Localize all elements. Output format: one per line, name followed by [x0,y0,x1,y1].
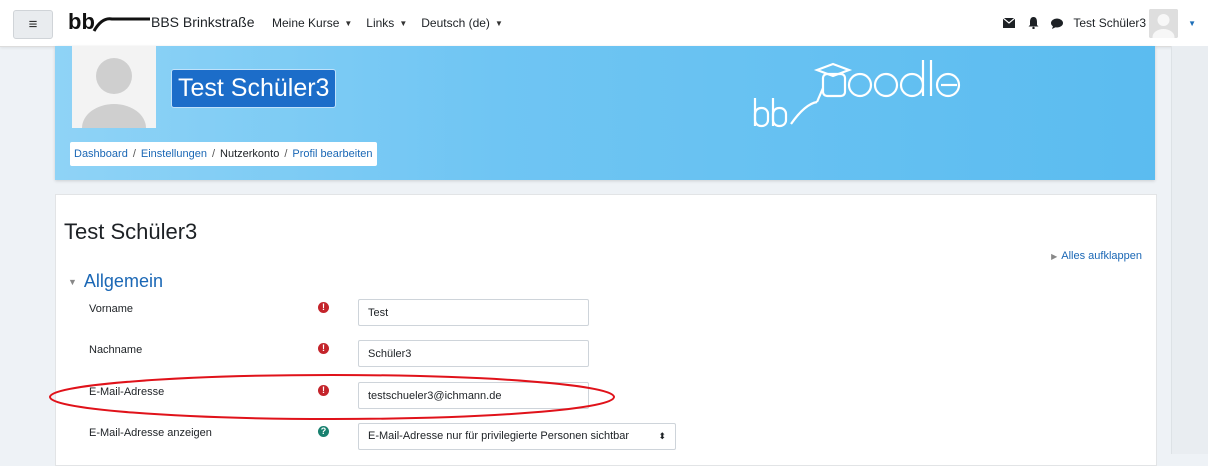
caret-right-icon: ▶ [1051,251,1058,261]
bbmoodle-logo [753,60,961,128]
user-avatar[interactable] [1149,8,1179,38]
chat-icon[interactable] [1051,17,1064,29]
svg-text:bb: bb [68,9,95,34]
expand-all-label: Alles aufklappen [1061,250,1142,262]
email-display-select[interactable]: E-Mail-Adresse nur für privilegierte Per… [358,423,676,450]
menu-label: Links [366,16,395,30]
first-name-input[interactable] [358,299,589,326]
breadcrumb: Dashboard / Einstellungen / Nutzerkonto / Prof… [70,142,377,166]
top-navbar: ≡ bb BBS Brinkstraße Meine Kurse ▼ Links ▼… [0,0,1208,47]
form-row-email-display: E-Mail-Adresse anzeigen ? E-Mail-Adresse… [56,423,1156,453]
help-icon[interactable]: ? [318,426,329,437]
scroll-gutter [1171,46,1208,454]
menu-item-links[interactable]: Links ▼ [366,16,407,30]
user-name[interactable]: Test Schüler3 [1073,16,1146,30]
main-content: Test Schüler3 ▶ Alles aufklappen ▼ Allge… [55,194,1157,466]
select-arrows-icon: ⬍ [658,431,666,441]
section-allgemein-toggle[interactable]: ▼ Allgemein [68,271,163,292]
breadcrumb-nutzerkonto: Nutzerkonto [220,148,280,160]
breadcrumb-separator: / [284,148,288,160]
select-value: E-Mail-Adresse nur für privilegierte Per… [368,430,630,442]
email-input[interactable] [358,382,589,409]
required-icon: ! [318,302,329,313]
form-row-email: E-Mail-Adresse ! [56,382,1156,412]
chevron-down-icon[interactable]: ▼ [1188,19,1196,28]
section-title: Allgemein [83,271,163,291]
caret-down-icon: ▼ [399,18,408,28]
caret-down-icon: ▼ [344,18,353,28]
field-label: Vorname [89,303,134,315]
chevron-down-icon: ▼ [68,276,77,287]
required-icon: ! [318,385,329,396]
breadcrumb-dashboard[interactable]: Dashboard [74,148,128,160]
caret-down-icon: ▼ [494,18,503,28]
envelope-icon[interactable] [1003,17,1016,29]
form-row-nachname: Nachname ! [56,340,1156,370]
last-name-input[interactable] [358,340,589,367]
form-row-vorname: Vorname ! [56,299,1156,329]
breadcrumb-einstellungen[interactable]: Einstellungen [141,148,207,160]
menu-icon[interactable]: ≡ [13,10,53,39]
menu-item-meine-kurse[interactable]: Meine Kurse ▼ [272,16,352,30]
field-label: E-Mail-Adresse anzeigen [89,427,212,439]
user-nav: Test Schüler3 ▼ [997,0,1208,46]
menu-label: Deutsch (de) [421,16,490,30]
page-title: Test Schüler3 [64,219,198,244]
required-icon: ! [318,343,329,354]
breadcrumb-separator: / [132,148,136,160]
breadcrumb-profil-bearbeiten[interactable]: Profil bearbeiten [292,148,372,160]
site-logo[interactable]: bb [68,9,150,35]
site-name[interactable]: BBS Brinkstraße [151,14,254,30]
bell-icon[interactable] [1027,17,1039,29]
profile-name-heading: Test Schüler3 [172,70,336,107]
breadcrumb-separator: / [211,148,216,160]
profile-header: Test Schüler3 Dashboard / Einstellungen / Nu… [55,46,1155,180]
menu-item-language[interactable]: Deutsch (de) ▼ [421,16,503,30]
expand-all-link[interactable]: ▶ Alles aufklappen [1051,250,1142,262]
field-label: Nachname [89,344,143,356]
profile-avatar [72,46,156,128]
menu-label: Meine Kurse [272,16,340,30]
main-menu: Meine Kurse ▼ Links ▼ Deutsch (de) ▼ [272,16,517,30]
field-label: E-Mail-Adresse [89,386,165,398]
